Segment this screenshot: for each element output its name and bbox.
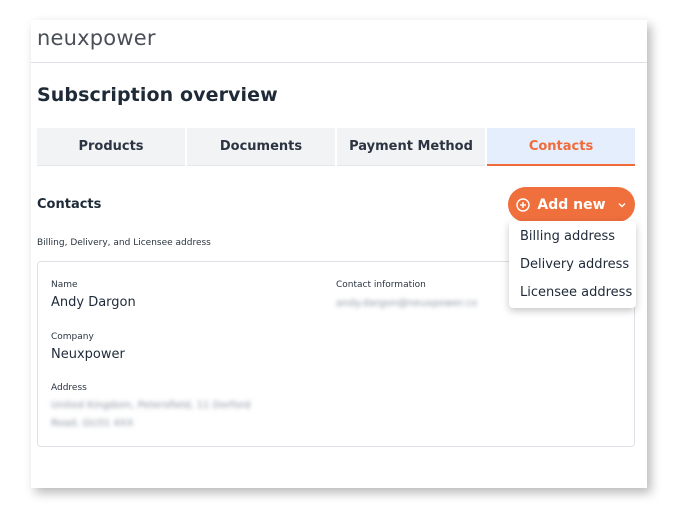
- tab-documents[interactable]: Documents: [187, 128, 335, 166]
- address-line-2: Road, GU31 4XX: [51, 418, 134, 429]
- menu-item-delivery-address[interactable]: Delivery address: [509, 251, 636, 279]
- plus-circle-icon: [516, 197, 531, 212]
- brand-logo: neuxpower: [37, 26, 156, 50]
- address-line-1: United Kingdom, Petersfield, 11 Dorford: [51, 400, 251, 411]
- page-title: Subscription overview: [37, 84, 278, 106]
- header-divider: [31, 62, 647, 63]
- add-new-dropdown: Billing address Delivery address License…: [509, 221, 636, 308]
- menu-item-licensee-address[interactable]: Licensee address: [509, 279, 636, 307]
- tab-bar: Products Documents Payment Method Contac…: [37, 128, 635, 166]
- contact-info-value: andy.dargon@neuxpower.co: [336, 298, 478, 309]
- name-label: Name: [51, 280, 78, 290]
- name-value: Andy Dargon: [51, 295, 136, 310]
- add-new-button[interactable]: Add new: [508, 187, 635, 222]
- tab-contacts[interactable]: Contacts: [487, 128, 635, 166]
- contacts-section-title: Contacts: [37, 197, 102, 212]
- address-label: Address: [51, 383, 87, 393]
- chevron-down-icon: [618, 202, 626, 207]
- company-value: Neuxpower: [51, 347, 125, 362]
- add-new-label: Add new: [537, 196, 606, 213]
- contact-info-label: Contact information: [336, 280, 426, 290]
- menu-item-billing-address[interactable]: Billing address: [509, 223, 636, 251]
- company-label: Company: [51, 332, 94, 342]
- tab-products[interactable]: Products: [37, 128, 185, 166]
- subscription-panel: neuxpower Subscription overview Products…: [31, 20, 647, 488]
- contacts-subtitle: Billing, Delivery, and Licensee address: [37, 238, 211, 248]
- tab-payment-method[interactable]: Payment Method: [337, 128, 485, 166]
